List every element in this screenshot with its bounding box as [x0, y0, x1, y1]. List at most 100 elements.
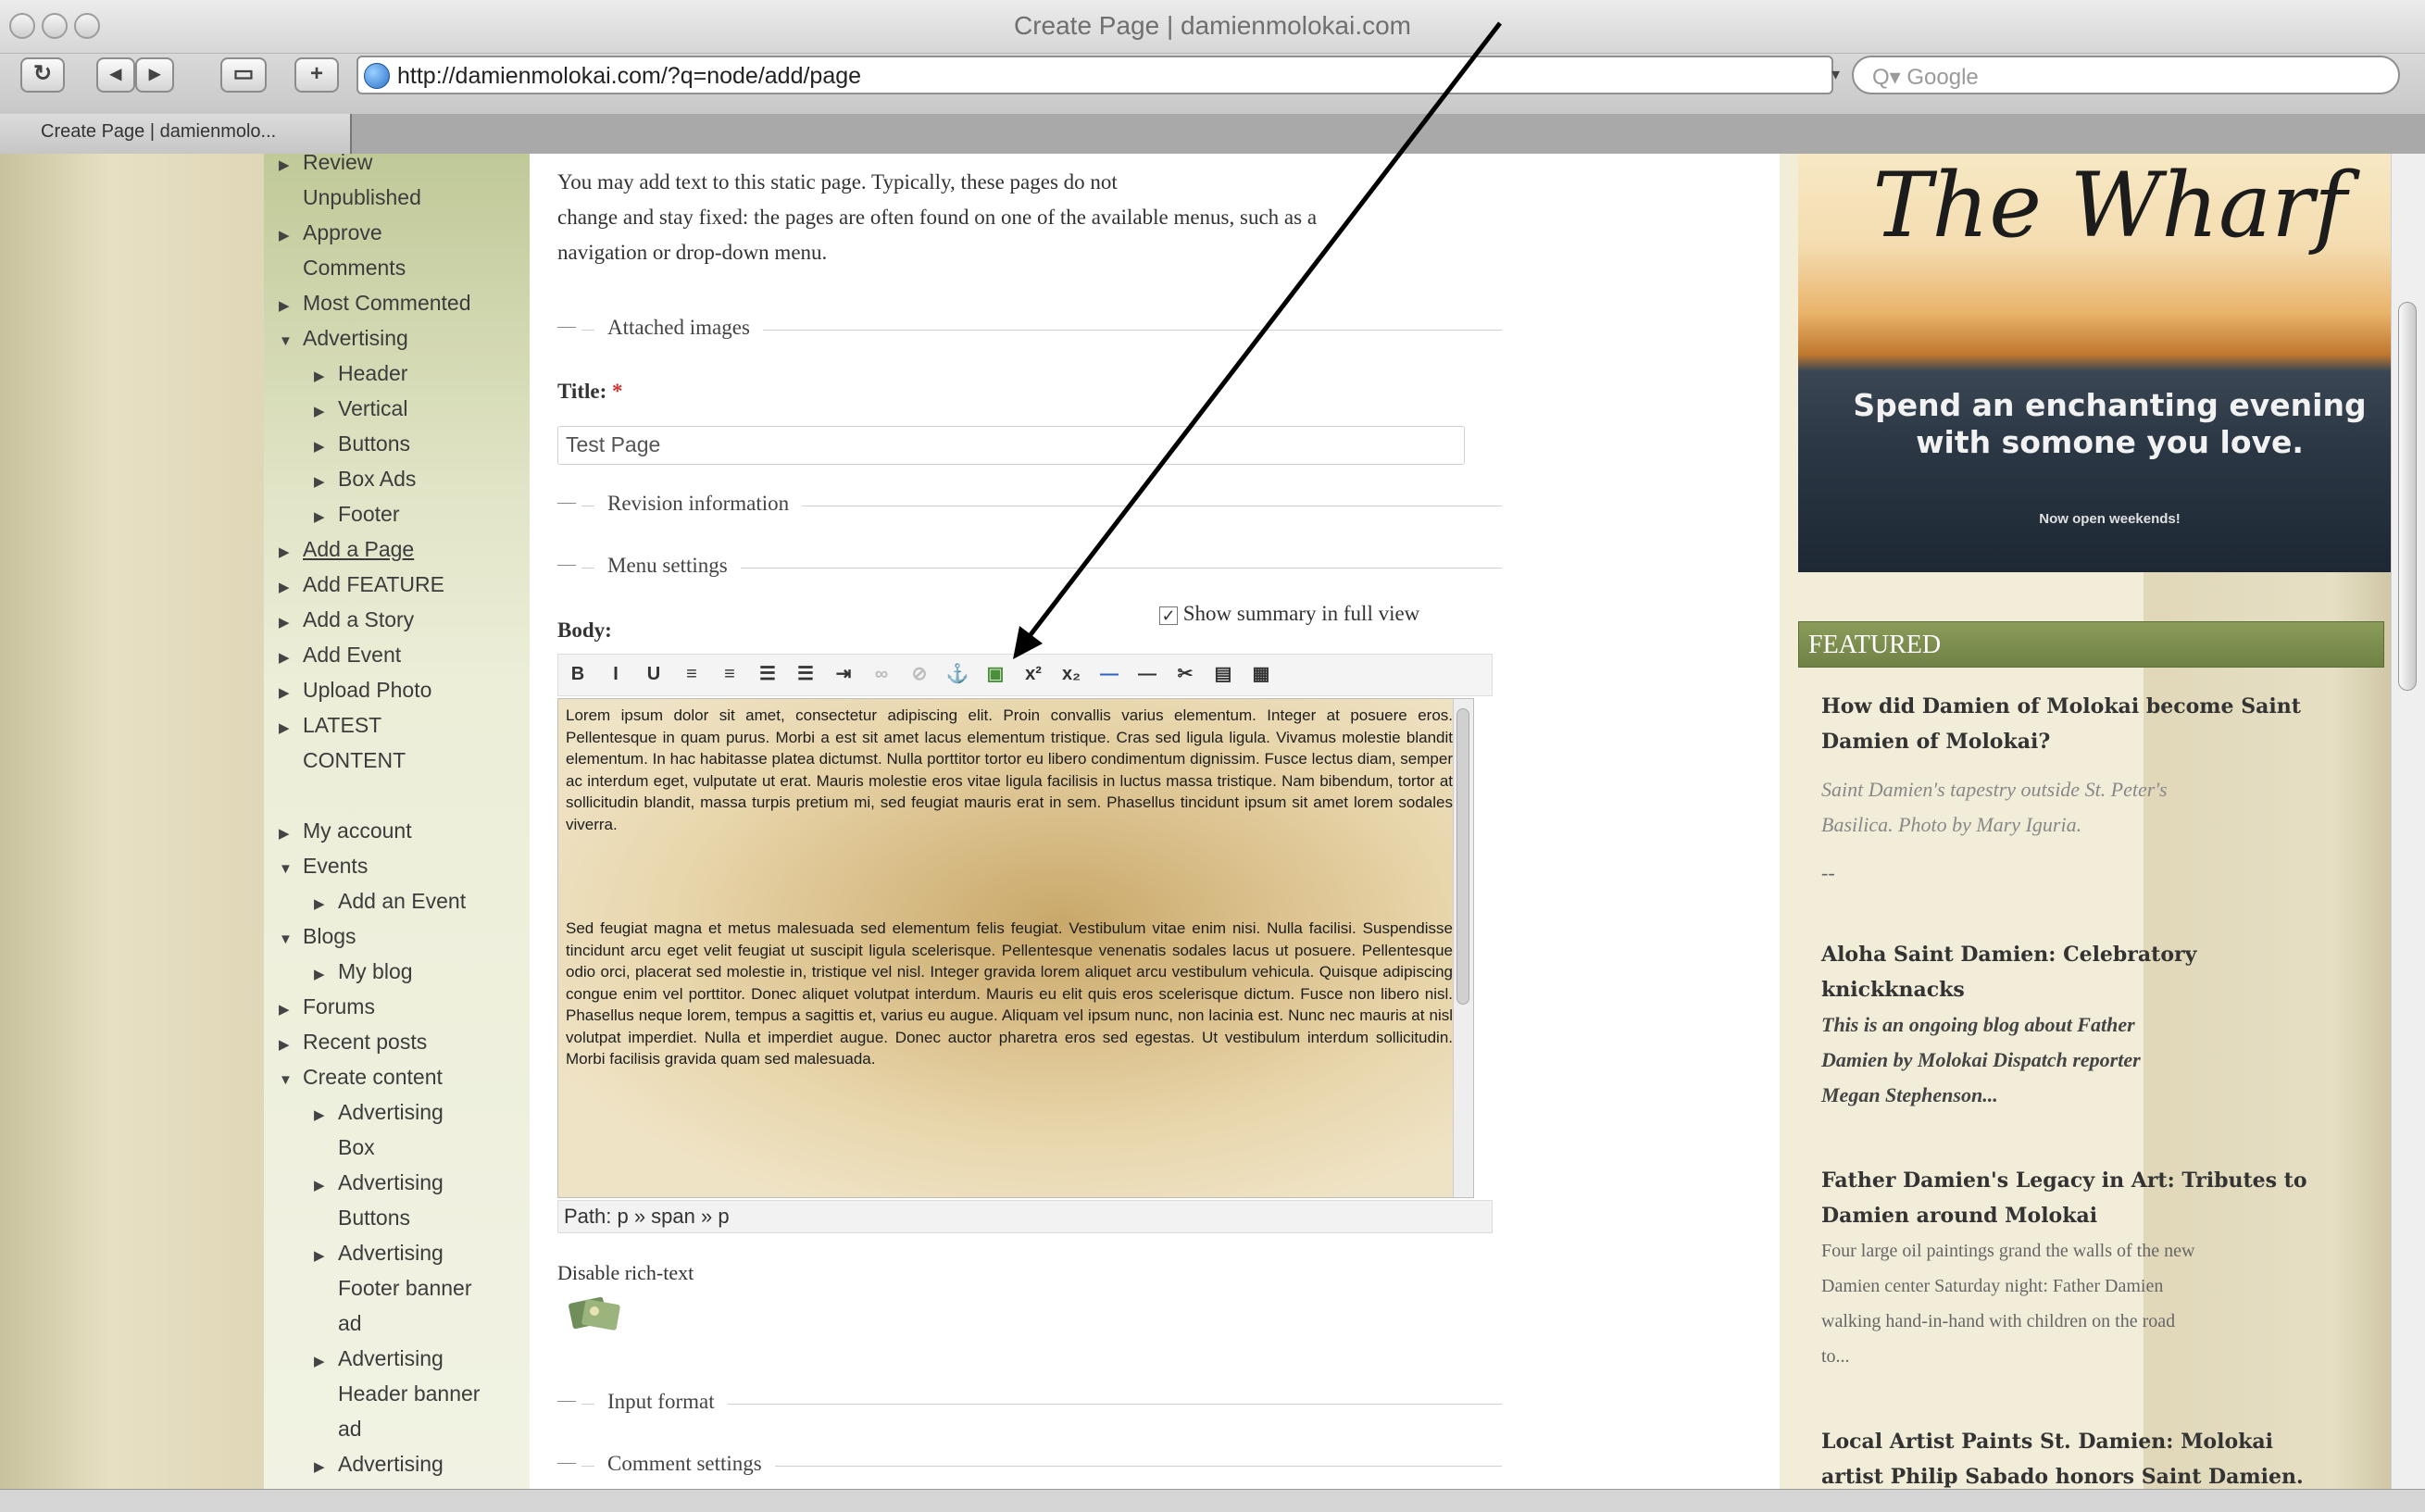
add-bookmark-button[interactable]: +: [294, 57, 339, 93]
sidebar-item[interactable]: ▶ My blog: [314, 959, 413, 984]
sidebar-item[interactable]: ▶ Add a Page: [279, 537, 414, 562]
sidebar-item[interactable]: ▼ Advertising: [279, 326, 408, 351]
attached-images-legend[interactable]: Attached images: [594, 316, 763, 340]
editor-scrollbar[interactable]: [1453, 699, 1473, 1197]
sidebar-item[interactable]: ad: [314, 1417, 362, 1442]
anchor-icon[interactable]: ⚓: [945, 662, 969, 686]
comment-settings-fieldset[interactable]: — Comment settings: [557, 1452, 1502, 1480]
sidebar-item[interactable]: ▶ Upload Photo: [279, 678, 431, 703]
comment-settings-legend[interactable]: Comment settings: [594, 1452, 775, 1476]
sidebar-item[interactable]: Unpublished: [279, 185, 421, 210]
editor-path-bar: Path: p » span » p: [557, 1200, 1493, 1233]
bookmarks-button[interactable]: ▭: [220, 57, 267, 93]
sidebar-item[interactable]: ▶ Header: [314, 361, 407, 386]
sidebar-item[interactable]: ▶ Advertising: [314, 1170, 444, 1195]
address-bar[interactable]: http://damienmolokai.com/?q=node/add/pag…: [356, 56, 1833, 94]
separator-icon[interactable]: —: [1135, 662, 1159, 686]
sidebar-item[interactable]: ▶ Recent posts: [279, 1030, 427, 1055]
disable-rich-text-link[interactable]: Disable rich-text: [557, 1261, 694, 1285]
address-dropdown-icon[interactable]: ▾: [1831, 65, 1840, 84]
sidebar-item[interactable]: ▶ LATEST: [279, 713, 381, 738]
numbered-list-icon[interactable]: ☰: [794, 662, 818, 686]
input-format-fieldset[interactable]: — Input format: [557, 1390, 1502, 1418]
body-editor[interactable]: Lorem ipsum dolor sit amet, consectetur …: [557, 698, 1474, 1198]
sidebar-item[interactable]: ▼ Create content: [279, 1065, 443, 1090]
input-format-legend[interactable]: Input format: [594, 1390, 728, 1414]
revision-information-legend[interactable]: Revision information: [594, 492, 803, 516]
editor-scroll-thumb[interactable]: [1456, 708, 1469, 1005]
show-summary-option[interactable]: ✓ Show summary in full view: [1159, 602, 1419, 626]
featured-item-3-title[interactable]: Father Damien's Legacy in Art: Tributes …: [1821, 1163, 2377, 1233]
sidebar-item[interactable]: ▼ Blogs: [279, 924, 356, 949]
tab-create-page[interactable]: Create Page | damienmolo...: [0, 114, 352, 154]
featured-item-2-title[interactable]: Aloha Saint Damien: Celebratory knickknac…: [1821, 937, 2377, 1007]
sidebar-item[interactable]: ▶ Add an Event: [314, 889, 466, 914]
image-icon[interactable]: ▣: [983, 662, 1007, 686]
sidebar-item[interactable]: Footer banner: [314, 1276, 471, 1301]
menu-settings-legend[interactable]: Menu settings: [594, 554, 741, 578]
sidebar-item[interactable]: ▶ Approve: [279, 220, 382, 245]
media-icon[interactable]: ▦: [1249, 662, 1273, 686]
align-center-icon[interactable]: ≡: [718, 662, 742, 686]
horizontal-rule-icon[interactable]: —: [1097, 662, 1121, 686]
sidebar-item[interactable]: ad: [314, 1311, 362, 1336]
back-button[interactable]: ◂: [96, 57, 135, 93]
reload-button[interactable]: ↻: [20, 57, 65, 93]
triangle-down-icon: ▼: [279, 333, 293, 349]
sidebar-item[interactable]: ▶ Add a Story: [279, 607, 414, 632]
sidebar-item[interactable]: Buttons: [314, 1206, 410, 1231]
sidebar-item[interactable]: ▶ Vertical: [314, 396, 407, 421]
triangle-right-icon: ▶: [314, 1248, 325, 1264]
show-summary-checkbox[interactable]: ✓: [1159, 606, 1178, 625]
tab-bar: Create Page | damienmolo...: [0, 114, 2425, 154]
cut-icon[interactable]: ✂: [1173, 662, 1197, 686]
sidebar-item[interactable]: ▶ Forums: [279, 994, 375, 1019]
featured-item-4-title[interactable]: Local Artist Paints St. Damien: Molokai a…: [1821, 1424, 2377, 1489]
subscript-icon[interactable]: x₂: [1059, 662, 1083, 686]
sidebar-item[interactable]: ▶ Most Commented: [279, 291, 471, 316]
sidebar-item[interactable]: ▶ Review: [279, 154, 372, 175]
indent-icon[interactable]: ⇥: [831, 662, 856, 686]
wharf-advertisement[interactable]: The Wharf Spend an enchanting evening wi…: [1798, 154, 2421, 572]
title-input[interactable]: Test Page: [557, 426, 1465, 465]
paste-icon[interactable]: ▤: [1211, 662, 1235, 686]
bullet-list-icon[interactable]: ☰: [756, 662, 780, 686]
sidebar-item[interactable]: Box: [314, 1135, 375, 1160]
intro-text-2: change and stay fixed: the pages are oft…: [557, 206, 1318, 229]
revision-information-fieldset[interactable]: — Revision information: [557, 492, 1502, 519]
link-icon[interactable]: ∞: [869, 662, 894, 686]
underline-icon[interactable]: U: [642, 662, 666, 686]
sidebar-item[interactable]: ▶ Buttons: [314, 431, 410, 456]
ad-title: The Wharf: [1872, 154, 2347, 257]
sidebar-item-label: Most Commented: [303, 291, 471, 315]
sidebar-item[interactable]: ▶ Advertising: [314, 1241, 444, 1266]
sidebar-item[interactable]: ▼ Events: [279, 854, 368, 879]
sidebar-item[interactable]: ▶ Box Ads: [314, 467, 416, 492]
sidebar-item[interactable]: ▶ Advertising: [314, 1100, 444, 1125]
sidebar-item[interactable]: Header banner: [314, 1381, 480, 1406]
italic-icon[interactable]: I: [604, 662, 628, 686]
sidebar-item[interactable]: CONTENT: [279, 748, 406, 773]
sidebar-item[interactable]: ▶ Advertising: [314, 1452, 444, 1477]
sidebar-item[interactable]: Comments: [279, 256, 406, 281]
sidebar-item[interactable]: ▶ Advertising: [314, 1346, 444, 1371]
search-field[interactable]: Q▾ Google: [1852, 56, 2400, 94]
superscript-icon[interactable]: x²: [1021, 662, 1045, 686]
sidebar-item[interactable]: ▶ Add Event: [279, 643, 401, 668]
sidebar-item-label[interactable]: Add a Page: [303, 537, 414, 561]
align-left-icon[interactable]: ≡: [680, 662, 704, 686]
bold-icon[interactable]: B: [566, 662, 590, 686]
featured-item-1-title[interactable]: How did Damien of Molokai become Saint Da…: [1821, 689, 2377, 759]
sidebar-item[interactable]: ▶ Add FEATURE: [279, 572, 444, 597]
sidebar-item-label: Blogs: [303, 924, 356, 948]
page-scrollbar[interactable]: [2391, 154, 2425, 1489]
page-scroll-thumb[interactable]: [2398, 302, 2417, 691]
attached-images-fieldset[interactable]: — Attached images: [557, 316, 1502, 344]
sidebar-item[interactable]: ▶ Footer: [314, 502, 399, 527]
menu-settings-fieldset[interactable]: — Menu settings: [557, 554, 1502, 581]
forward-button[interactable]: ▸: [135, 57, 174, 93]
sidebar-item[interactable]: ▶ My account: [279, 818, 412, 843]
triangle-right-icon: ▶: [279, 720, 290, 736]
image-insert-icon[interactable]: [567, 1291, 624, 1331]
unlink-icon[interactable]: ⊘: [907, 662, 931, 686]
